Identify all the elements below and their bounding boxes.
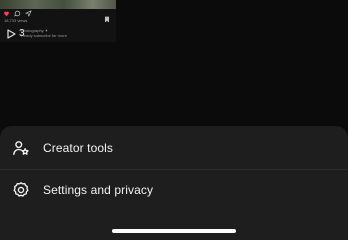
comment-icon[interactable] <box>14 10 21 17</box>
share-icon[interactable] <box>25 10 32 17</box>
creator-tools-icon <box>11 138 31 158</box>
thumbnail-caption-line-1: 18,733 views <box>4 18 28 23</box>
thumbnail-actions <box>3 10 32 17</box>
creator-tools-label: Creator tools <box>43 141 113 155</box>
bottom-menu-sheet: Creator tools Settings and privacy <box>0 126 348 240</box>
home-indicator[interactable] <box>112 229 236 233</box>
menu-item-settings-and-privacy[interactable]: Settings and privacy <box>0 169 348 211</box>
thumbnail-caption-line-3: Ready subscribe for more <box>21 33 67 38</box>
settings-gear-icon <box>11 180 31 200</box>
settings-and-privacy-label: Settings and privacy <box>43 183 154 197</box>
menu-item-creator-tools[interactable]: Creator tools <box>0 127 348 169</box>
heart-icon[interactable] <box>3 10 10 17</box>
play-icon[interactable] <box>5 27 17 39</box>
play-count: 3 <box>19 28 25 39</box>
bookmark-icon[interactable] <box>104 10 110 28</box>
post-thumbnail[interactable]: 18,733 views Photography ✦ Ready subscri… <box>0 0 116 42</box>
thumbnail-image <box>0 0 116 9</box>
